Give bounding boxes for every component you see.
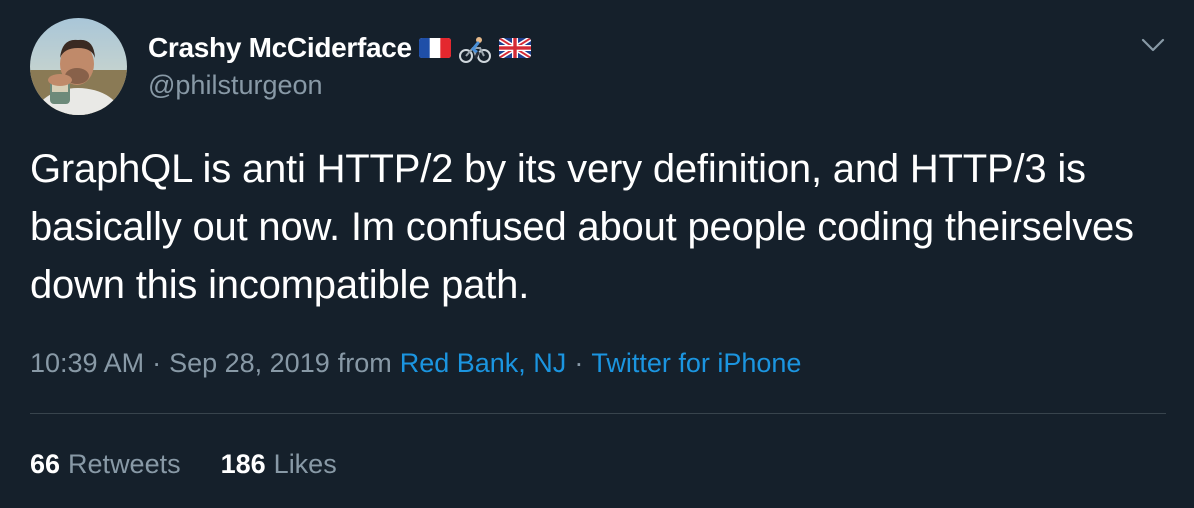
retweets-count: 66 bbox=[30, 449, 61, 479]
likes-count: 186 bbox=[220, 449, 266, 479]
from-label: from bbox=[337, 348, 392, 378]
retweets-stat[interactable]: 66 Retweets bbox=[30, 449, 181, 480]
avatar[interactable] bbox=[30, 18, 127, 115]
user-handle[interactable]: @philsturgeon bbox=[148, 70, 323, 101]
meta-separator-2: · bbox=[574, 348, 584, 378]
retweets-label: Retweets bbox=[68, 449, 181, 479]
divider bbox=[30, 413, 1166, 414]
cyclist-icon bbox=[458, 36, 492, 63]
avatar-photo bbox=[30, 18, 127, 115]
meta-separator: · bbox=[152, 348, 162, 378]
tweet-time[interactable]: 10:39 AM bbox=[30, 348, 144, 379]
flag-france-icon bbox=[418, 36, 452, 60]
source-link[interactable]: Twitter for iPhone bbox=[591, 348, 801, 379]
chevron-down-icon[interactable] bbox=[1138, 30, 1168, 60]
tweet-date[interactable]: Sep 28, 2019 bbox=[169, 348, 330, 379]
likes-label: Likes bbox=[273, 449, 337, 479]
flag-uk-icon bbox=[498, 36, 532, 60]
display-name-row: Crashy McCiderface bbox=[148, 30, 532, 66]
tweet-stats: 66 Retweets 186 Likes bbox=[30, 449, 337, 480]
display-name[interactable]: Crashy McCiderface bbox=[148, 32, 412, 64]
location-link[interactable]: Red Bank, NJ bbox=[400, 348, 567, 379]
tweet-text: GraphQL is anti HTTP/2 by its very defin… bbox=[30, 147, 1134, 307]
likes-stat[interactable]: 186 Likes bbox=[221, 449, 337, 480]
tweet-card: Crashy McCiderface @philsturgeon GraphQL… bbox=[0, 0, 1194, 508]
tweet-meta: 10:39 AM · Sep 28, 2019 from Red Bank, N… bbox=[30, 348, 801, 379]
